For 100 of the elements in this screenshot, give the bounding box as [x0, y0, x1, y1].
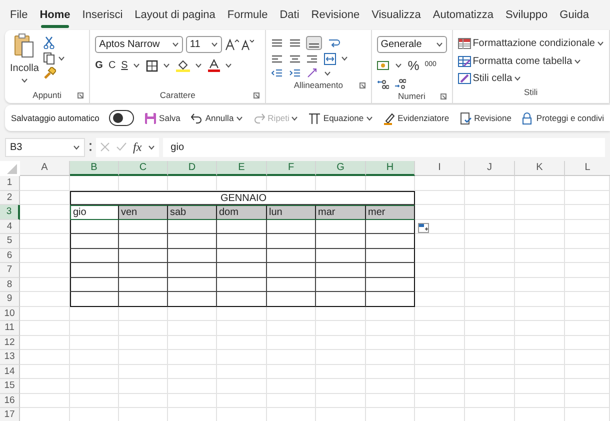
cell[interactable] [119, 234, 168, 248]
bold-button[interactable]: G [95, 58, 103, 74]
menu-tab[interactable]: Revisione [305, 2, 366, 28]
decrease-indent-icon[interactable] [271, 68, 284, 78]
caret-icon[interactable] [597, 40, 604, 46]
caret-icon[interactable] [574, 58, 582, 64]
column-header[interactable]: L [565, 161, 610, 176]
cell[interactable] [70, 248, 119, 263]
styles-menu-button[interactable]: Formatta come tabella [458, 54, 604, 68]
caret-icon[interactable] [148, 144, 155, 150]
column-header[interactable]: G [316, 161, 366, 176]
row-header[interactable]: 3 [0, 205, 20, 220]
caret-icon[interactable] [236, 116, 243, 120]
borders-icon[interactable] [146, 60, 158, 72]
name-box[interactable]: B3 [5, 138, 85, 156]
caret-icon[interactable] [133, 63, 140, 68]
menu-tab[interactable]: File [4, 2, 34, 28]
cell[interactable] [168, 234, 217, 248]
cell[interactable] [366, 248, 415, 263]
menu-tab[interactable]: Dati [274, 2, 306, 28]
toolbar-button[interactable]: Revisione [459, 112, 512, 124]
cell[interactable]: sab [168, 205, 217, 220]
insert-function-button[interactable]: fx [133, 138, 142, 156]
menu-tab[interactable]: Guida [554, 2, 596, 28]
align-bottom-icon[interactable] [306, 36, 322, 50]
cell[interactable] [70, 278, 119, 292]
row-header[interactable]: 7 [0, 263, 20, 278]
cell[interactable] [267, 220, 316, 234]
cell[interactable] [366, 220, 415, 234]
row-header[interactable]: 13 [0, 350, 20, 364]
menu-tab[interactable]: Visualizza [366, 2, 427, 28]
cell[interactable]: ven [119, 205, 168, 220]
cell[interactable] [119, 292, 168, 306]
column-header[interactable]: E [217, 161, 267, 176]
row-header[interactable]: 10 [0, 306, 20, 321]
caret-icon[interactable] [210, 42, 218, 47]
menu-tab[interactable]: Sviluppo [499, 2, 554, 28]
copy-icon[interactable] [42, 52, 55, 64]
toolbar-button[interactable]: Evidenziatore [382, 112, 450, 124]
row-header[interactable]: 14 [0, 364, 20, 379]
italic-button[interactable]: C [108, 58, 116, 74]
align-left-icon[interactable] [271, 54, 284, 64]
align-middle-icon[interactable] [288, 38, 301, 48]
row-header[interactable]: 12 [0, 336, 20, 350]
format-painter-icon[interactable] [42, 67, 56, 80]
cell[interactable] [168, 292, 217, 306]
cell[interactable]: dom [217, 205, 267, 220]
align-center-icon[interactable] [288, 54, 301, 64]
dialog-launcher-icon[interactable] [358, 82, 366, 90]
align-top-icon[interactable] [271, 38, 284, 48]
font-size-select[interactable]: 11 [186, 36, 222, 53]
caret-icon[interactable] [395, 62, 402, 68]
cell[interactable] [217, 263, 267, 278]
cell[interactable] [366, 292, 415, 306]
paste-button[interactable]: Incolla [10, 33, 39, 90]
caret-icon[interactable] [73, 144, 80, 150]
cell[interactable] [70, 220, 119, 234]
currency-format-icon[interactable] [376, 60, 390, 71]
menu-tab[interactable]: Formule [221, 2, 274, 28]
row-header[interactable]: 16 [0, 394, 20, 408]
toolbar-button[interactable]: Annulla [190, 112, 243, 124]
cell[interactable] [316, 263, 366, 278]
cell[interactable] [70, 234, 119, 248]
cell[interactable]: GENNAIO [70, 190, 415, 205]
cell[interactable] [267, 234, 316, 248]
cell[interactable] [366, 278, 415, 292]
cell[interactable] [168, 278, 217, 292]
cell[interactable]: lun [267, 205, 316, 220]
cell[interactable] [119, 248, 168, 263]
cell[interactable]: gio [70, 205, 119, 220]
fill-color-icon[interactable] [176, 59, 190, 72]
caret-icon[interactable] [20, 78, 28, 83]
row-header[interactable]: 2 [0, 190, 20, 205]
caret-icon[interactable] [195, 63, 202, 68]
cell[interactable] [217, 234, 267, 248]
cell[interactable] [119, 220, 168, 234]
increase-indent-icon[interactable] [288, 68, 301, 78]
close-icon[interactable] [100, 142, 110, 152]
cell[interactable]: mer [366, 205, 415, 220]
column-header[interactable]: C [119, 161, 168, 176]
caret-icon[interactable] [225, 63, 232, 68]
cell[interactable] [267, 248, 316, 263]
cell[interactable] [366, 234, 415, 248]
caret-icon[interactable] [514, 76, 522, 82]
row-header[interactable]: 17 [0, 408, 20, 421]
cell[interactable] [168, 263, 217, 278]
increase-decimal-icon[interactable] [376, 78, 389, 90]
menu-tab[interactable]: Automatizza [426, 2, 500, 28]
column-header[interactable]: B [70, 161, 119, 176]
orientation-icon[interactable] [306, 67, 318, 80]
menu-tab[interactable]: Layout di pagina [128, 2, 222, 28]
caret-icon[interactable] [163, 63, 170, 68]
quick-analysis-icon[interactable] [418, 222, 429, 233]
menu-tab[interactable]: Inserisci [76, 2, 129, 28]
row-header[interactable]: 9 [0, 292, 20, 306]
cut-icon[interactable] [42, 36, 55, 49]
caret-icon[interactable] [341, 56, 348, 61]
cell[interactable] [70, 292, 119, 306]
column-header[interactable]: H [366, 161, 415, 176]
cell[interactable] [217, 220, 267, 234]
